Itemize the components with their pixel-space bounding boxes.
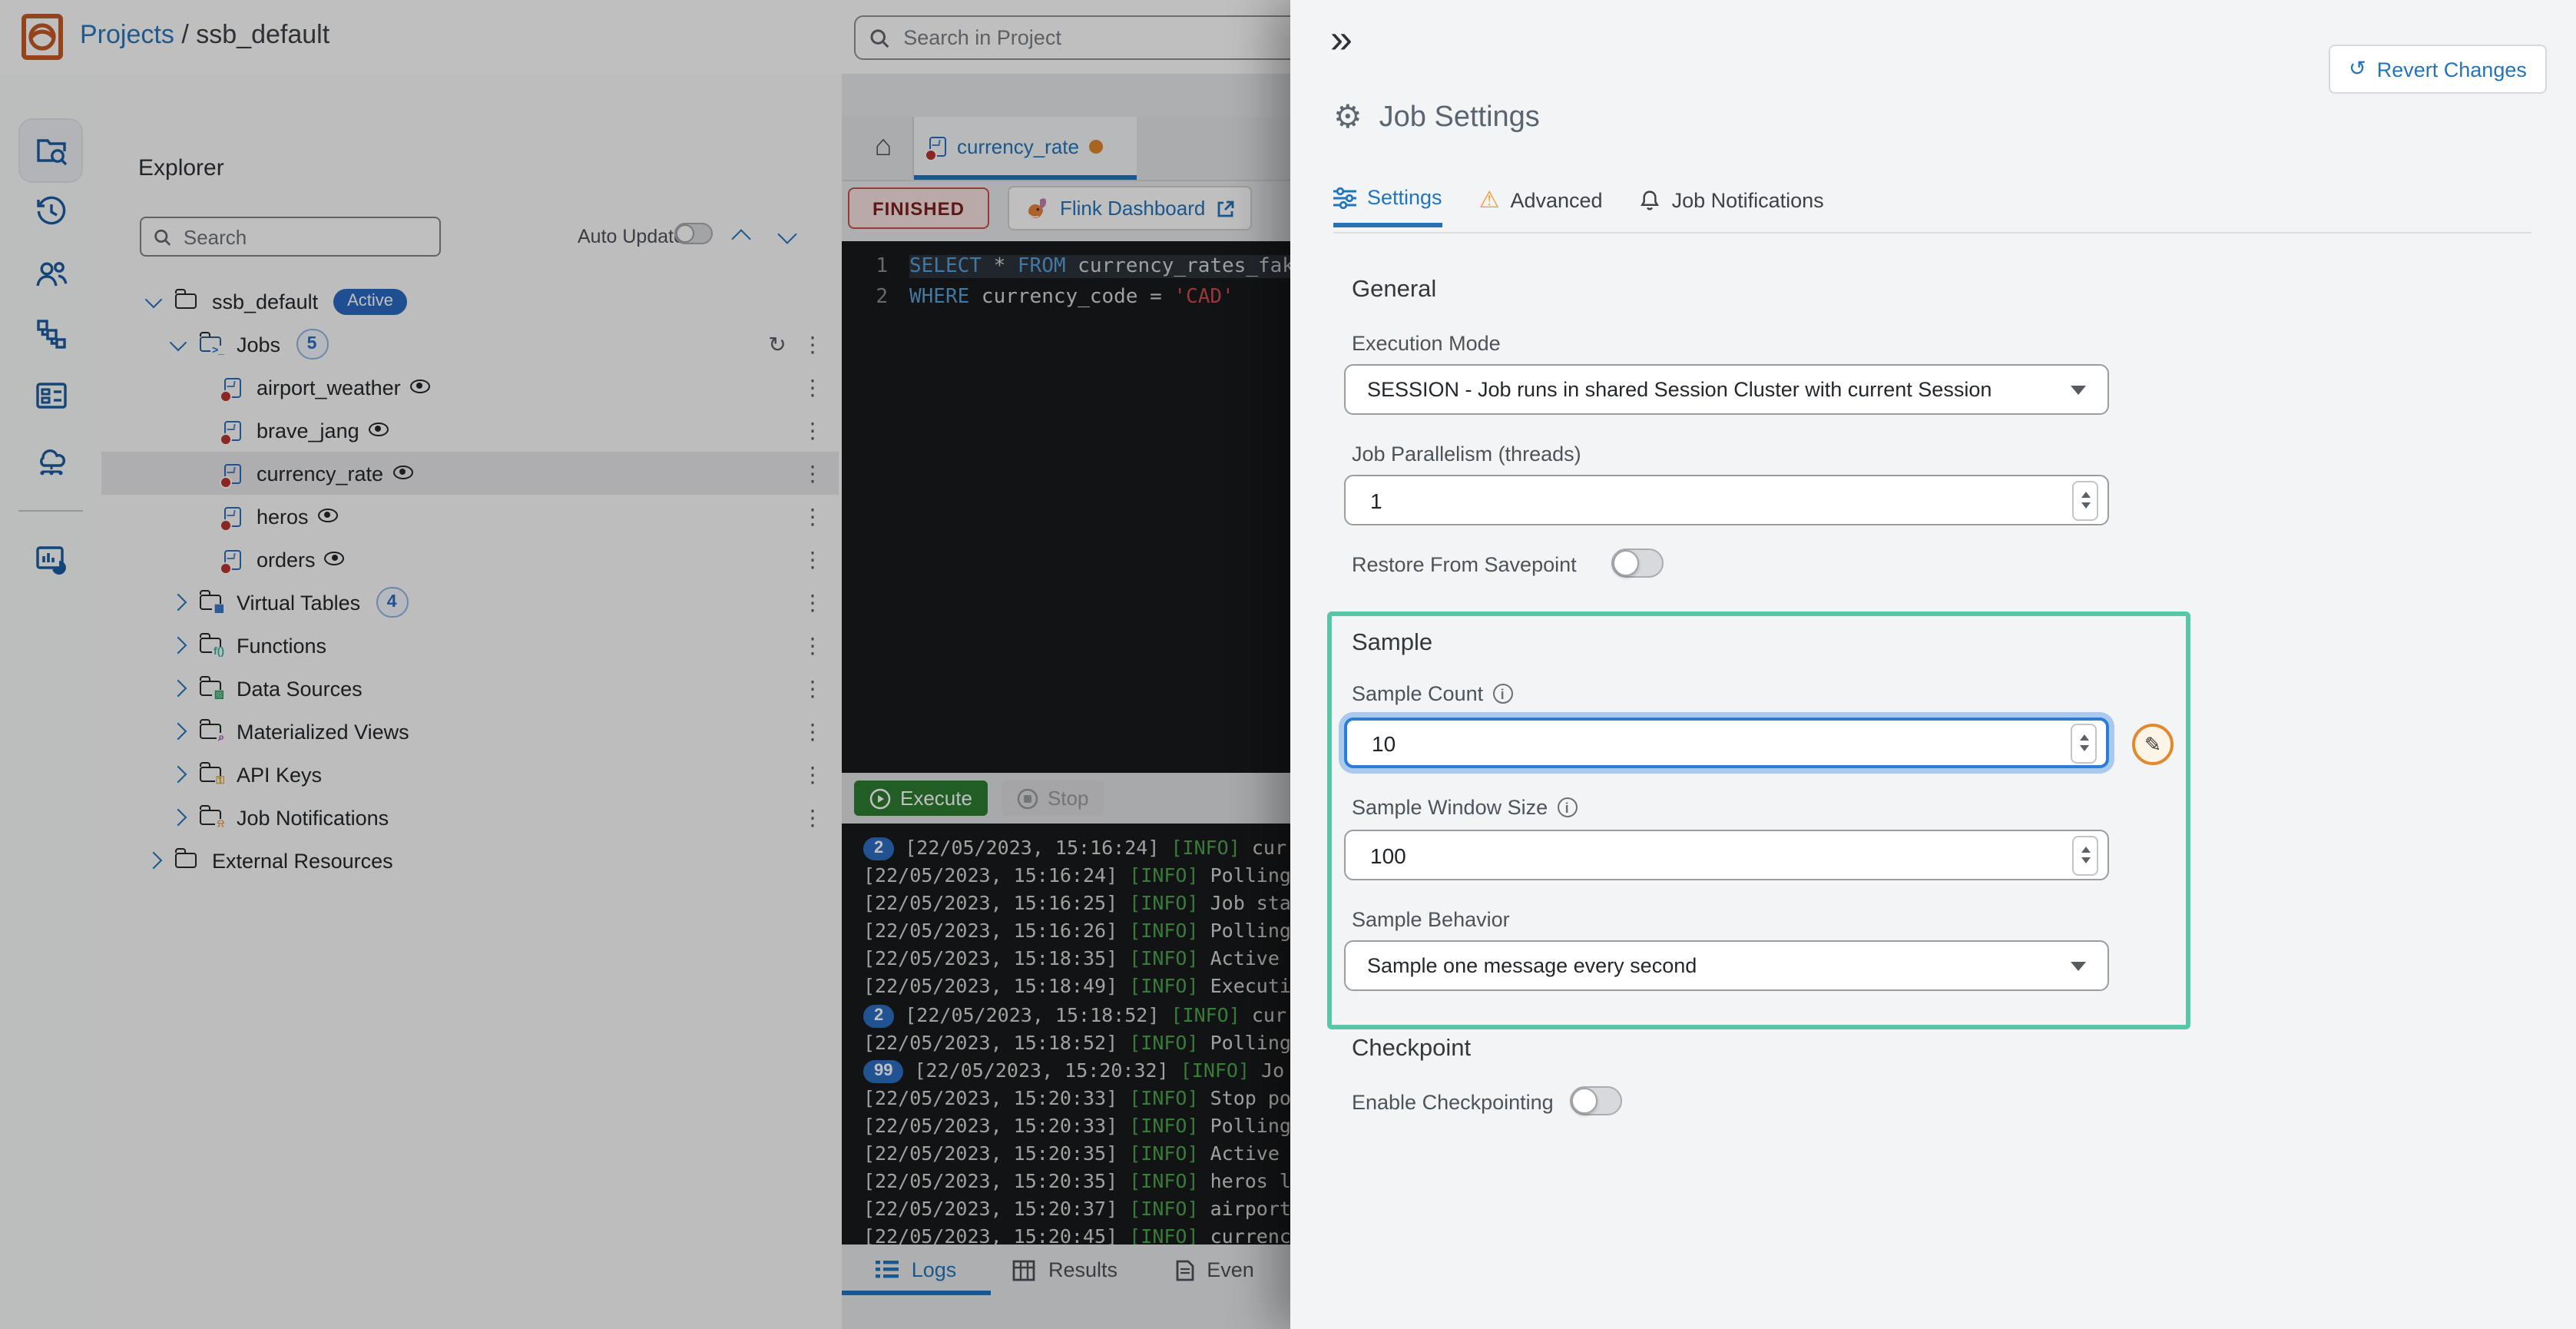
drawer-header: ⚙ Job Settings [1333, 98, 1540, 137]
sample-behavior-label: Sample Behavior [1352, 908, 1510, 931]
tab-advanced[interactable]: ⚠ Advanced [1479, 186, 1603, 227]
job-settings-drawer: » ⚙ Job Settings ↺ Revert Changes Settin… [1290, 0, 2576, 1329]
drawer-title: Job Settings [1379, 101, 1540, 134]
tab-settings[interactable]: Settings [1333, 186, 1442, 227]
edit-cursor-indicator: ✎ [2132, 724, 2174, 765]
info-icon[interactable]: i [1492, 684, 1512, 704]
sample-count-label: Sample Count i [1352, 682, 1512, 705]
restore-from-savepoint-toggle[interactable] [1611, 549, 1664, 578]
drawer-tabs: Settings ⚠ Advanced Job Notifications [1333, 186, 1824, 227]
screenshot-viewport: Projects / ssb_default [0, 0, 2576, 1329]
sample-behavior-select[interactable]: Sample one message every second [1344, 940, 2109, 991]
tab-settings-label: Settings [1367, 186, 1442, 209]
sample-window-size-input[interactable] [1367, 841, 2072, 869]
sample-count-input-wrap [1344, 718, 2109, 768]
sample-count-input[interactable] [1369, 729, 2071, 757]
number-stepper[interactable] [2071, 723, 2097, 763]
tab-advanced-label: Advanced [1510, 188, 1602, 211]
job-parallelism-input-wrap [1344, 475, 2109, 525]
warning-icon: ⚠ [1479, 186, 1500, 214]
info-icon[interactable]: i [1557, 797, 1577, 817]
gear-icon: ⚙ [1333, 98, 1362, 137]
sample-count-label-text: Sample Count [1352, 682, 1483, 705]
sample-behavior-value: Sample one message every second [1367, 954, 1697, 977]
tab-job-notifications-label: Job Notifications [1672, 188, 1824, 211]
general-section-heading: General [1352, 277, 1436, 304]
sample-section-heading: Sample [1352, 630, 1432, 658]
chevron-down-icon [2071, 961, 2086, 970]
execution-mode-select[interactable]: SESSION - Job runs in shared Session Clu… [1344, 364, 2109, 415]
tab-job-notifications[interactable]: Job Notifications [1640, 186, 1824, 227]
collapse-drawer-icon[interactable]: » [1330, 15, 1353, 63]
sample-window-size-label-text: Sample Window Size [1352, 796, 1548, 819]
execution-mode-value: SESSION - Job runs in shared Session Clu… [1367, 378, 1992, 401]
revert-changes-label: Revert Changes [2377, 58, 2527, 81]
job-parallelism-input[interactable] [1367, 486, 2072, 514]
sliders-icon [1333, 187, 1356, 208]
chevron-down-icon [2071, 385, 2086, 394]
enable-checkpointing-toggle[interactable] [1570, 1086, 1622, 1115]
enable-checkpointing-label: Enable Checkpointing [1352, 1091, 1554, 1114]
execution-mode-label: Execution Mode [1352, 332, 1501, 355]
revert-changes-button[interactable]: ↺ Revert Changes [2329, 45, 2547, 94]
number-stepper[interactable] [2072, 835, 2098, 875]
checkpoint-section-heading: Checkpoint [1352, 1036, 1471, 1063]
job-parallelism-label: Job Parallelism (threads) [1352, 442, 1581, 466]
sample-window-size-label: Sample Window Size i [1352, 796, 1577, 819]
revert-icon: ↺ [2349, 57, 2366, 81]
restore-from-savepoint-label: Restore From Savepoint [1352, 553, 1577, 576]
bell-icon [1640, 188, 1661, 211]
app-stage: Projects / ssb_default [0, 0, 2576, 1329]
tabs-divider [1333, 232, 2531, 234]
number-stepper[interactable] [2072, 480, 2098, 520]
sample-window-size-input-wrap [1344, 830, 2109, 880]
